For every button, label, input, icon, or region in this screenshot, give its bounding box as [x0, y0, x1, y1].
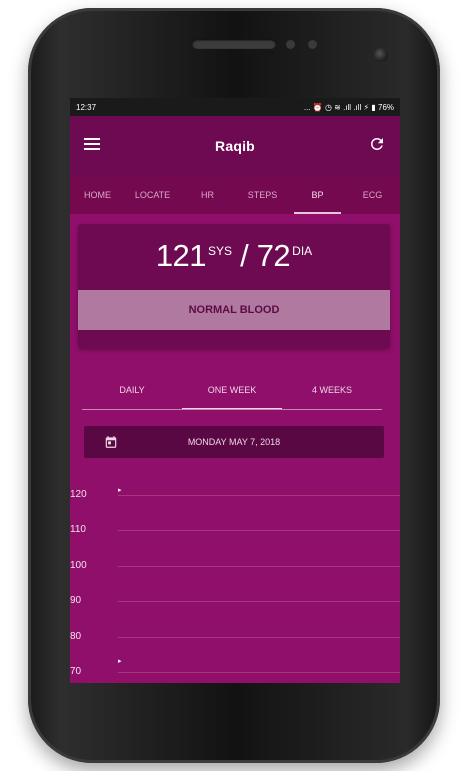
app-toolbar: Raqib — [70, 116, 400, 176]
tab-home[interactable]: HOME — [70, 176, 125, 214]
refresh-icon[interactable] — [368, 135, 386, 153]
range-tab-4-weeks[interactable]: 4 WEEKS — [282, 372, 382, 410]
main-tabs: HOME LOCATE HR STEPS BP ECG — [70, 176, 400, 215]
hamburger-icon[interactable] — [84, 138, 100, 150]
grid-line — [118, 495, 400, 496]
range-tabs-divider — [82, 409, 382, 410]
bp-reading: 121 SYS /72 DIA — [78, 238, 390, 274]
grid-line — [118, 672, 400, 673]
app-title: Raqib — [215, 138, 255, 154]
range-tab-one-week[interactable]: ONE WEEK — [182, 372, 282, 410]
y-tick-label: 110 — [70, 524, 86, 535]
light-sensor — [308, 40, 317, 49]
y-tick-label: 120 — [70, 489, 87, 500]
earpiece-speaker — [192, 39, 276, 49]
diastolic-value: 72 — [256, 238, 291, 273]
selected-date: MONDAY MAY 7, 2018 — [187, 437, 281, 447]
range-tab-daily[interactable]: DAILY — [82, 372, 182, 410]
tab-hr[interactable]: HR — [180, 176, 235, 214]
y-tick-label: 70 — [70, 666, 82, 677]
bp-separator: / — [240, 238, 249, 273]
status-time: 12:37 — [76, 102, 97, 112]
bp-chart: 120 ▸ 110 100 90 80 70 ▸ — [70, 474, 400, 683]
diastolic-label: DIA — [292, 244, 313, 258]
series-marker: ▸ — [118, 487, 122, 494]
systolic-value: 121 — [155, 238, 207, 273]
tab-locate[interactable]: LOCATE — [125, 176, 180, 214]
bp-status-banner: NORMAL BLOOD — [78, 290, 390, 330]
range-tabs: DAILY ONE WEEK 4 WEEKS — [82, 372, 382, 410]
front-camera — [374, 48, 388, 62]
y-tick-label: 90 — [70, 595, 82, 606]
grid-line — [118, 566, 400, 567]
proximity-sensor — [286, 40, 295, 49]
bp-content: 121 SYS /72 DIA NORMAL BLOOD DAILY ONE WEEK… — [70, 214, 400, 683]
tab-bp[interactable]: BP — [290, 176, 345, 214]
grid-line — [118, 601, 400, 602]
status-bar: 12:37 ... ⏰ ◷ ≋ .ıll .ıll ⚡ ▮ 76% — [70, 98, 400, 116]
grid-line — [118, 637, 400, 638]
bp-reading-card: 121 SYS /72 DIA NORMAL BLOOD — [78, 224, 390, 348]
y-tick-label: 100 — [70, 560, 87, 571]
tab-ecg[interactable]: ECG — [345, 176, 400, 214]
date-selector[interactable]: MONDAY MAY 7, 2018 — [84, 426, 384, 458]
systolic-label: SYS — [208, 244, 233, 258]
calendar-icon[interactable] — [104, 435, 118, 449]
status-icons: ... ⏰ ◷ ≋ .ıll .ıll ⚡ ▮ 76% — [303, 102, 394, 112]
app-screen: 12:37 ... ⏰ ◷ ≋ .ıll .ıll ⚡ ▮ 76% Raqib … — [70, 98, 400, 683]
y-tick-label: 80 — [70, 631, 82, 642]
tab-steps[interactable]: STEPS — [235, 176, 290, 214]
grid-line — [118, 530, 400, 531]
series-marker: ▸ — [118, 658, 122, 665]
